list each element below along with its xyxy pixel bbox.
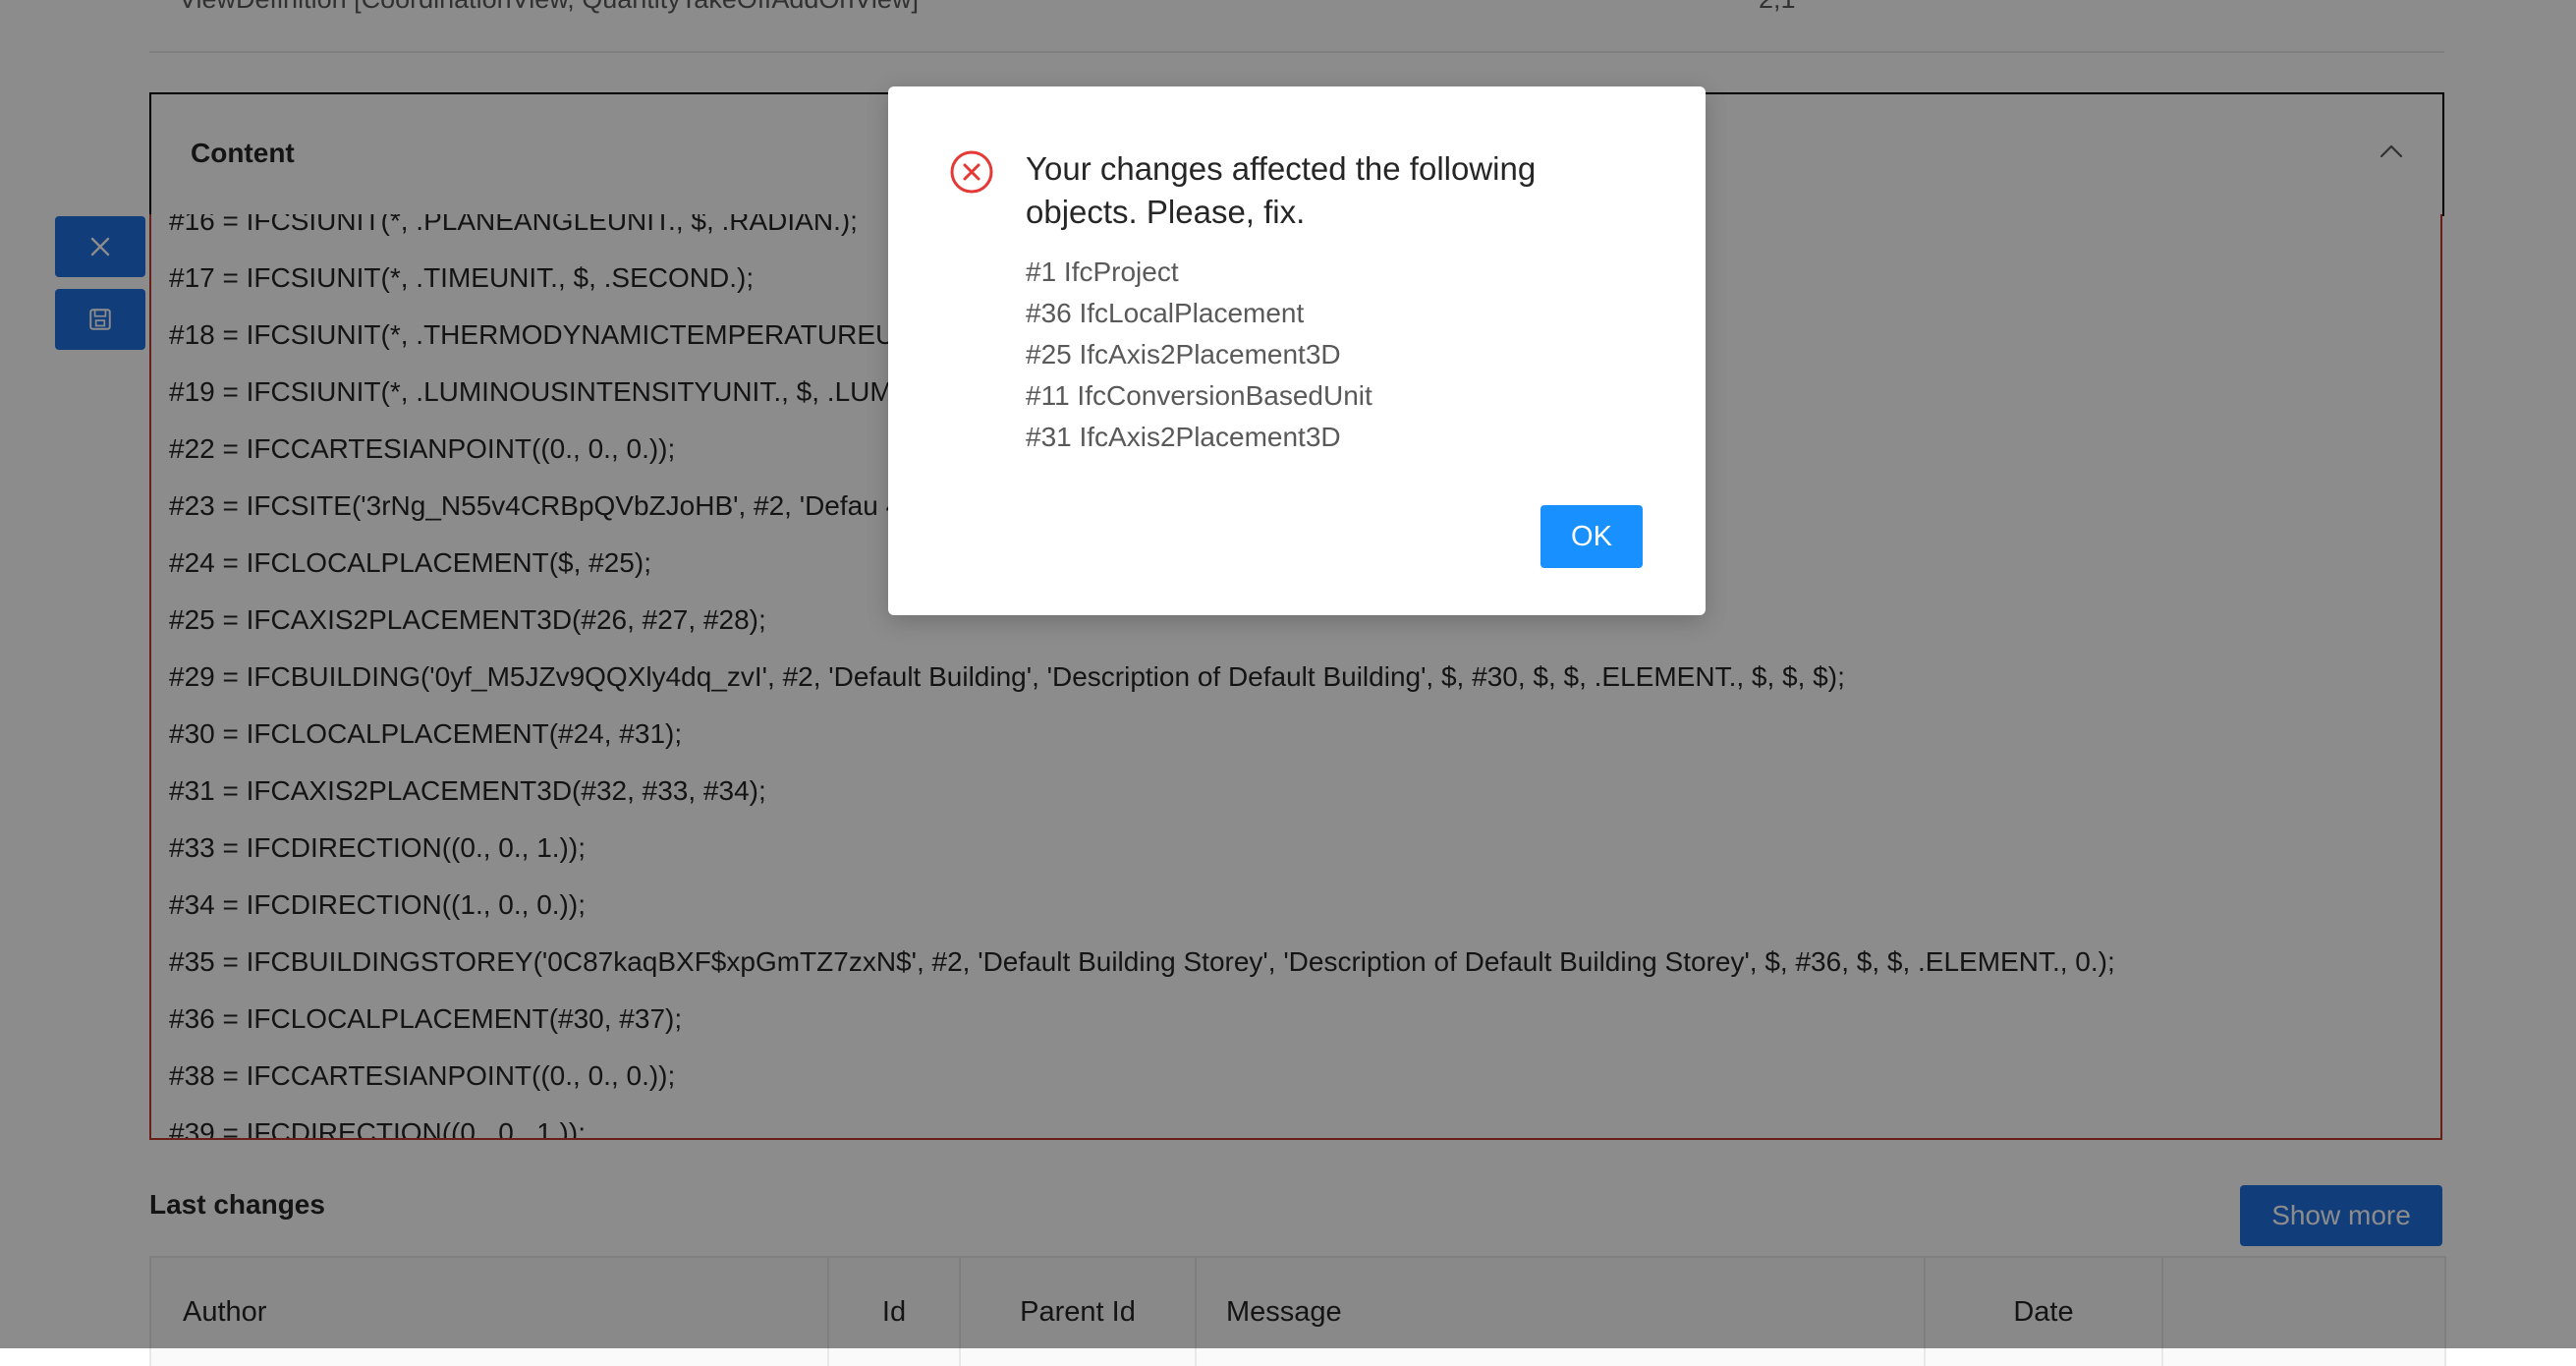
error-modal: Your changes affected the following obje… bbox=[888, 86, 1706, 615]
affected-object-item: #36 IfcLocalPlacement bbox=[1026, 298, 1305, 328]
ok-button[interactable]: OK bbox=[1540, 505, 1643, 568]
affected-object-item: #1 IfcProject bbox=[1026, 256, 1179, 287]
affected-object-item: #25 IfcAxis2Placement3D bbox=[1026, 339, 1341, 370]
modal-title: Your changes affected the following obje… bbox=[1026, 150, 1537, 230]
affected-objects-list: #1 IfcProject #36 IfcLocalPlacement #25 If… bbox=[1026, 252, 1372, 458]
affected-object-item: #31 IfcAxis2Placement3D bbox=[1026, 422, 1341, 452]
affected-object-item: #11 IfcConversionBasedUnit bbox=[1026, 380, 1372, 411]
error-circle-icon bbox=[950, 150, 993, 194]
